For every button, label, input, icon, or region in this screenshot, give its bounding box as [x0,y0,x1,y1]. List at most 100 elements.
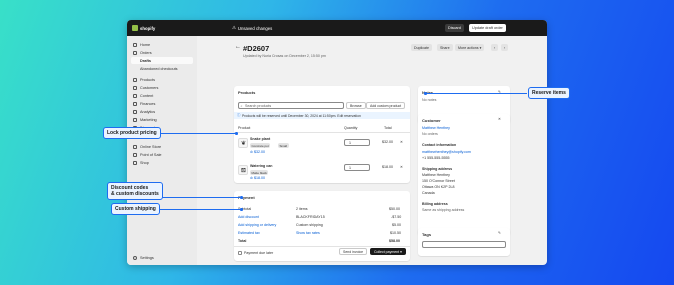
more-actions-button[interactable]: More actions ▾ [455,44,485,51]
product-price[interactable]: ⊘ $18.00 [250,176,265,180]
product-price[interactable]: ⊘ $32.00 [250,150,265,154]
sidebar-item-abandoned-checkouts[interactable]: Abandoned checkouts [131,65,193,72]
customer-card: Customer ✕ Matthew Henthey No orders Con… [418,114,510,236]
add-discount-link[interactable]: Add discount [238,215,259,219]
sidebar-item-shop[interactable]: Shop [131,159,193,166]
duplicate-button[interactable]: Duplicate [411,44,432,51]
edit-icon[interactable]: ✎ [498,231,501,235]
back-arrow-icon[interactable]: ← [235,44,241,50]
share-button[interactable]: Share [437,44,453,51]
main-content: ← #D2607 Updated by Nuria Crosas on Dece… [197,36,547,265]
annotation-dot [424,92,427,95]
quantity-input[interactable]: 1 [344,139,370,146]
sidebar-item-label: Content [140,93,154,98]
address-line: Canada [422,191,435,195]
customer-name-link[interactable]: Matthew Henthey [422,126,450,130]
page-title: #D2607 [243,44,270,53]
sidebar-item-products[interactable]: Products [131,76,193,83]
search-products-input[interactable]: ⌕ Search products [238,102,344,109]
show-tax-rates-link[interactable]: Show tax rates [296,231,320,235]
next-icon[interactable]: › [501,44,509,51]
add-shipping-link[interactable]: Add shipping or delivery [238,223,276,227]
sidebar-item-label: Orders [140,50,152,55]
customer-email-link[interactable]: matthewhenthey@shopify.com [422,150,471,154]
page-subtitle: Updated by Nuria Crosas on December 2, 1… [243,54,326,58]
sidebar-item-point-of-sale[interactable]: Point of Sale [131,151,193,158]
person-icon [133,85,137,90]
watering-can-icon: ⛾ [241,168,246,174]
sidebar-item-label: Customers [140,85,159,90]
product-name[interactable]: Snake plant [250,137,270,141]
variant-chip: Concrete pot [250,143,271,148]
variant-chip: Matte black [250,170,269,175]
tags-input[interactable] [422,241,506,248]
sidebar-item-customers[interactable]: Customers [131,84,193,91]
app-window: shopify ⚠ Unsaved changes Discard Update… [127,20,547,265]
sidebar-item-label: Analytics [140,109,156,114]
subtotal-items: 2 items [296,207,308,211]
collect-payment-button[interactable]: Collect payment ▾ [370,248,406,255]
drafts-indent [133,59,137,63]
previous-icon[interactable]: ‹ [491,44,499,51]
shopify-logo[interactable]: shopify [132,25,155,31]
sidebar-item-finances[interactable]: Finances [131,100,193,107]
tag-icon [133,77,137,82]
customer-orders: No orders [422,132,438,136]
remove-icon[interactable]: ✕ [400,140,403,144]
quantity-input[interactable]: 1 [344,164,370,171]
line-total: $18.00 [382,165,393,169]
reservation-notice-text[interactable]: Products will be reserved until December… [242,114,361,118]
annotation-dot [240,196,243,199]
address-line: Matthew Henthey [422,173,450,177]
sidebar-item-settings[interactable]: Settings [131,254,193,261]
estimated-tax-link[interactable]: Estimated tax [238,231,260,235]
annotation-dot [240,208,243,211]
product-name[interactable]: Watering can [250,164,272,168]
annotation-discount-codes: Discount codes & custom discounts [107,182,163,200]
sidebar-item-label: Home [140,42,151,47]
send-invoice-button[interactable]: Send invoice [339,248,368,255]
close-icon[interactable]: ✕ [498,117,501,121]
page-header: #D2607 Updated by Nuria Crosas on Decemb… [243,44,326,58]
discount-code: BLACKFRIDAY15 [296,215,325,219]
content-icon [133,93,137,98]
search-placeholder: Search products [245,104,272,108]
shopify-bag-icon [132,25,138,31]
sidebar-item-analytics[interactable]: Analytics [131,108,193,115]
payment-due-later-checkbox[interactable]: Payment due later [238,251,273,255]
update-draft-order-button[interactable]: Update draft order [469,24,506,32]
bank-icon [133,101,137,106]
column-total: Total [384,126,392,130]
chart-icon [133,109,137,114]
browse-button[interactable]: Browse [346,102,366,109]
tags-title: Tags [422,232,432,237]
discard-button[interactable]: Discard [445,24,464,32]
store-icon [133,144,137,149]
line-total: $32.00 [382,140,393,144]
unsaved-status: ⚠ Unsaved changes [232,25,272,31]
contact-title: Contact information [422,143,457,147]
billing-address-value: Same as shipping address [422,208,465,212]
sidebar-item-home[interactable]: Home [131,41,193,48]
sidebar-item-marketing[interactable]: Marketing [131,116,193,123]
add-custom-product-button[interactable]: Add custom product [366,102,406,109]
shipping-amount: $5.00 [392,223,401,227]
unsaved-label: Unsaved changes [237,25,273,31]
sidebar-item-label: Point of Sale [140,152,162,157]
address-line: 150 O'Connor Street [422,179,455,183]
sidebar-item-label: Products [140,77,155,82]
sidebar-item-drafts[interactable]: Drafts [131,57,193,64]
sidebar-item-content[interactable]: Content [131,92,193,99]
sidebar-item-online-store[interactable]: Online Store [131,143,193,150]
more-actions-label: More actions [458,45,479,50]
search-icon: ⌕ [240,103,243,108]
column-quantity: Quantity [344,126,358,130]
remove-icon[interactable]: ✕ [400,165,403,169]
annotation-custom-shipping: Custom shipping [111,203,160,215]
annotation-line [160,209,242,210]
sidebar-item-label: Finances [140,101,156,106]
sidebar-item-orders[interactable]: Orders [131,49,193,56]
price-value: $32.00 [254,150,266,154]
address-line: Ottawa ON K2P 2L8 [422,185,455,189]
annotation-reserve-items: Reserve items [528,87,570,99]
